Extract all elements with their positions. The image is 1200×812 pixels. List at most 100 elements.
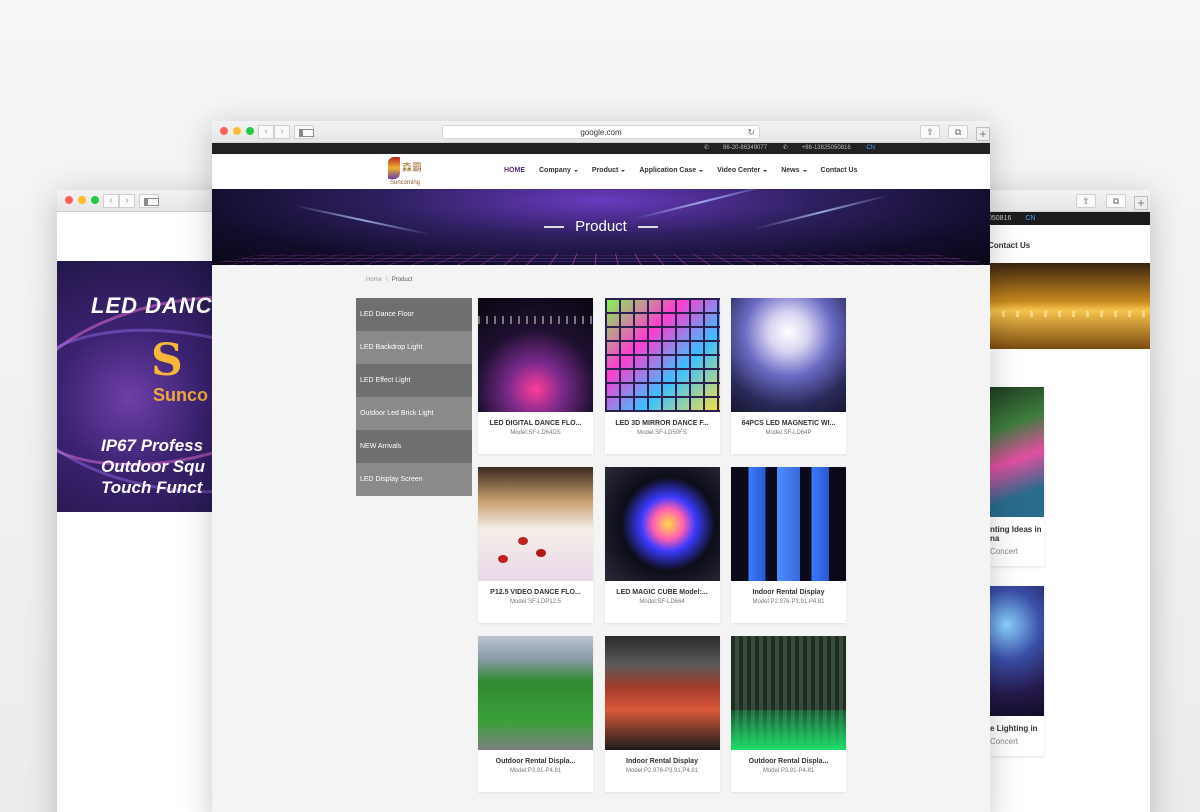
- breadcrumb-separator: \: [386, 277, 388, 283]
- title-dash: [544, 226, 565, 229]
- product-title[interactable]: Outdoor Rental Displa...: [731, 750, 846, 765]
- caret-down-icon: [621, 169, 626, 172]
- back-arrow-icon[interactable]: ‹: [258, 125, 274, 139]
- product-title[interactable]: LED MAGIC CUBE Model:...: [605, 581, 720, 596]
- product-content: Home \ Product LED Dance Floor LED Backdro…: [212, 265, 990, 805]
- nav-label: News: [781, 167, 800, 174]
- page-title-text: Product: [575, 218, 627, 235]
- product-model: Model:P3.91-P4.81: [509, 768, 562, 774]
- caret-down-icon: [763, 169, 768, 172]
- news-card-title: e Lighting in: [990, 724, 1038, 733]
- language-link[interactable]: CN: [866, 145, 875, 151]
- product-card[interactable]: Indoor Rental Display Model:P2.976-P3.91,…: [731, 467, 846, 623]
- banner-logo-text: Sunco: [153, 385, 209, 405]
- product-card[interactable]: Outdoor Rental Displa... Model:P3.91-P4.8…: [731, 636, 846, 792]
- product-card[interactable]: LED MAGIC CUBE Model:... Model:SF-LD664: [604, 467, 720, 623]
- banner-line: Outdoor Squ: [101, 457, 205, 476]
- nav-item-home[interactable]: HOME: [504, 167, 525, 174]
- product-image[interactable]: [478, 636, 593, 750]
- address-bar[interactable]: google.com ↻: [442, 125, 760, 139]
- tabs-icon[interactable]: ⧉: [948, 125, 968, 139]
- category-led-effect-light[interactable]: LED Effect Light: [356, 364, 472, 397]
- share-icon[interactable]: ⇧: [1076, 194, 1096, 208]
- breadcrumb-home[interactable]: Home: [366, 277, 382, 283]
- product-image[interactable]: [604, 636, 720, 750]
- product-card[interactable]: Outdoor Rental Displa... Model:P3.91-P4.8…: [478, 636, 593, 792]
- product-model: Model:SF-LD50FS: [637, 430, 687, 436]
- nav-label: Product: [591, 167, 619, 174]
- news-card[interactable]: nting Ideas in na Concert: [990, 387, 1044, 566]
- nav-label: Video Center: [717, 167, 761, 174]
- category-led-dance-floor[interactable]: LED Dance Floor: [356, 298, 472, 331]
- site-topbar: ✆ 86-20-86349077 ✆ +86-13825050816 CN: [212, 143, 990, 154]
- new-tab-icon[interactable]: +: [1134, 196, 1148, 210]
- product-model: Model:P3.91-P4.81: [762, 768, 815, 774]
- banner-title: LED DANC: [91, 293, 213, 318]
- product-title[interactable]: P12.5 VIDEO DANCE FLO...: [478, 581, 593, 596]
- product-image[interactable]: [731, 636, 846, 750]
- reload-icon[interactable]: ↻: [747, 126, 755, 139]
- product-title[interactable]: LED DIGITAL DANCE FLO...: [478, 412, 593, 427]
- category-led-backdrop-light[interactable]: LED Backdrop Light: [356, 331, 472, 364]
- browser-chrome: ‹ ›: [57, 190, 237, 212]
- nav-item-company[interactable]: Company: [539, 167, 578, 174]
- close-window-icon[interactable]: [65, 196, 73, 204]
- product-image[interactable]: [731, 298, 846, 412]
- category-new-arrivals[interactable]: NEW Arrivals: [356, 430, 472, 463]
- sidebar-toggle-icon[interactable]: [139, 194, 159, 208]
- product-image[interactable]: [478, 467, 593, 581]
- maximize-window-icon[interactable]: [91, 196, 99, 204]
- led-banner: LED DANC S Sunco IP67 Profess Outdoor Sq…: [57, 261, 237, 512]
- product-image[interactable]: [478, 298, 593, 412]
- news-card[interactable]: e Lighting in Concert: [990, 586, 1044, 756]
- product-image[interactable]: [604, 467, 720, 581]
- product-title[interactable]: 64PCS LED MAGNETIC WI...: [731, 412, 846, 427]
- sidebar-toggle-icon[interactable]: [294, 125, 314, 139]
- minimize-window-icon[interactable]: [233, 127, 241, 135]
- tabs-icon[interactable]: ⧉: [1106, 194, 1126, 208]
- product-image[interactable]: [731, 467, 846, 581]
- minimize-window-icon[interactable]: [78, 196, 86, 204]
- product-title[interactable]: Outdoor Rental Displa...: [478, 750, 593, 765]
- new-tab-icon[interactable]: +: [976, 127, 990, 141]
- product-title[interactable]: Indoor Rental Display: [731, 581, 846, 596]
- nav-item-video-center[interactable]: Video Center: [717, 167, 768, 174]
- product-model: Model:SF-LDP12.5: [509, 599, 562, 605]
- product-card[interactable]: Indoor Rental Display Model:P2.976-P3.91,…: [604, 636, 720, 792]
- maximize-window-icon[interactable]: [246, 127, 254, 135]
- nav-item-contact-us[interactable]: Contact Us: [988, 241, 1030, 250]
- nav-item-contact-us[interactable]: Contact Us: [821, 167, 858, 174]
- product-card[interactable]: 64PCS LED MAGNETIC WI... Model:SF-LD64P: [731, 298, 846, 454]
- product-grid: LED DIGITAL DANCE FLO... Model:SF-LD64DS …: [478, 298, 848, 792]
- url-text: google.com: [580, 128, 622, 137]
- product-model: Model:SF-LD664: [639, 599, 685, 605]
- nav-item-product[interactable]: Product: [591, 167, 626, 174]
- page-hero: Product: [212, 189, 990, 265]
- suncoming-logo[interactable]: 森霸 Suncoming: [388, 157, 432, 187]
- product-card[interactable]: P12.5 VIDEO DANCE FLO... Model:SF-LDP12.5: [478, 467, 593, 623]
- product-card[interactable]: LED DIGITAL DANCE FLO... Model:SF-LD64DS: [478, 298, 593, 454]
- nav-label: Company: [539, 167, 571, 174]
- product-card[interactable]: LED 3D MIRROR DANCE F... Model:SF-LD50FS: [604, 298, 720, 454]
- close-window-icon[interactable]: [220, 127, 228, 135]
- background-browser-left: ‹ › LED DANC S Sunco IP67 Profess Outdoo…: [57, 190, 237, 812]
- category-led-display-screen[interactable]: LED Display Screen: [356, 463, 472, 496]
- product-title[interactable]: LED 3D MIRROR DANCE F...: [605, 412, 720, 427]
- news-card-image: [990, 387, 1044, 517]
- forward-arrow-icon[interactable]: ›: [119, 194, 135, 208]
- product-image[interactable]: [604, 298, 720, 412]
- nav-item-application-case[interactable]: Application Case: [639, 167, 704, 174]
- product-title[interactable]: Indoor Rental Display: [605, 750, 720, 765]
- nav-label: HOME: [504, 167, 525, 174]
- share-icon[interactable]: ⇧: [920, 125, 940, 139]
- news-card-subtitle: Concert: [990, 547, 1019, 556]
- back-arrow-icon[interactable]: ‹: [103, 194, 119, 208]
- main-browser-window: ‹ › google.com ↻ ⇧ ⧉ + ✆ 86-20-86349077 ✆…: [212, 121, 990, 812]
- banner-copy: IP67 Profess Outdoor Squ Touch Funct: [101, 435, 205, 498]
- language-link[interactable]: CN: [1025, 215, 1035, 222]
- category-outdoor-led-brick-light[interactable]: Outdoor Led Brick Light: [356, 397, 472, 430]
- nav-item-news[interactable]: News: [781, 167, 807, 174]
- news-card-title: nting Ideas in na: [990, 525, 1042, 543]
- forward-arrow-icon[interactable]: ›: [274, 125, 290, 139]
- product-model: Model:SF-LD64P: [765, 430, 812, 436]
